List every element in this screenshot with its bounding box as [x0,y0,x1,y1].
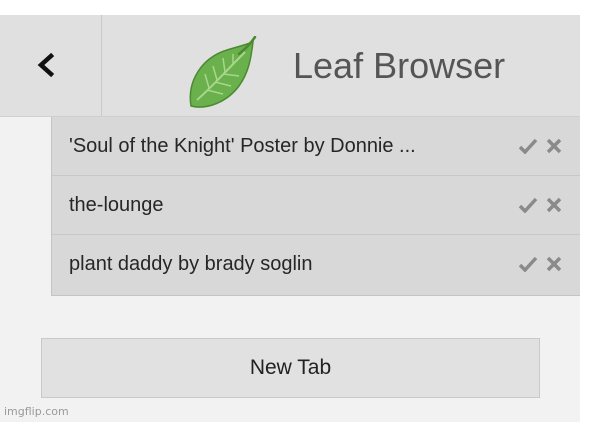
new-tab-button[interactable]: New Tab [41,338,540,398]
tab-row[interactable]: plant daddy by brady soglin [52,235,580,294]
close-icon[interactable] [546,256,562,272]
tab-row[interactable]: 'Soul of the Knight' Poster by Donnie ..… [52,117,580,176]
header-bar: Leaf Browser [0,15,580,117]
chevron-left-icon [37,53,55,77]
close-icon[interactable] [546,138,562,154]
watermark: imgflip.com [4,405,69,418]
tab-title: plant daddy by brady soglin [69,253,313,275]
tab-list: 'Soul of the Knight' Poster by Donnie ..… [51,117,580,296]
check-icon[interactable] [518,197,538,213]
close-icon[interactable] [546,197,562,213]
tab-row[interactable]: the-lounge [52,176,580,235]
check-icon[interactable] [518,256,538,272]
tab-title: the-lounge [69,194,164,216]
back-button[interactable] [0,15,102,116]
leaf-icon [189,36,257,108]
tab-title: 'Soul of the Knight' Poster by Donnie ..… [69,135,416,157]
check-icon[interactable] [518,138,538,154]
app-title: Leaf Browser [293,45,506,86]
